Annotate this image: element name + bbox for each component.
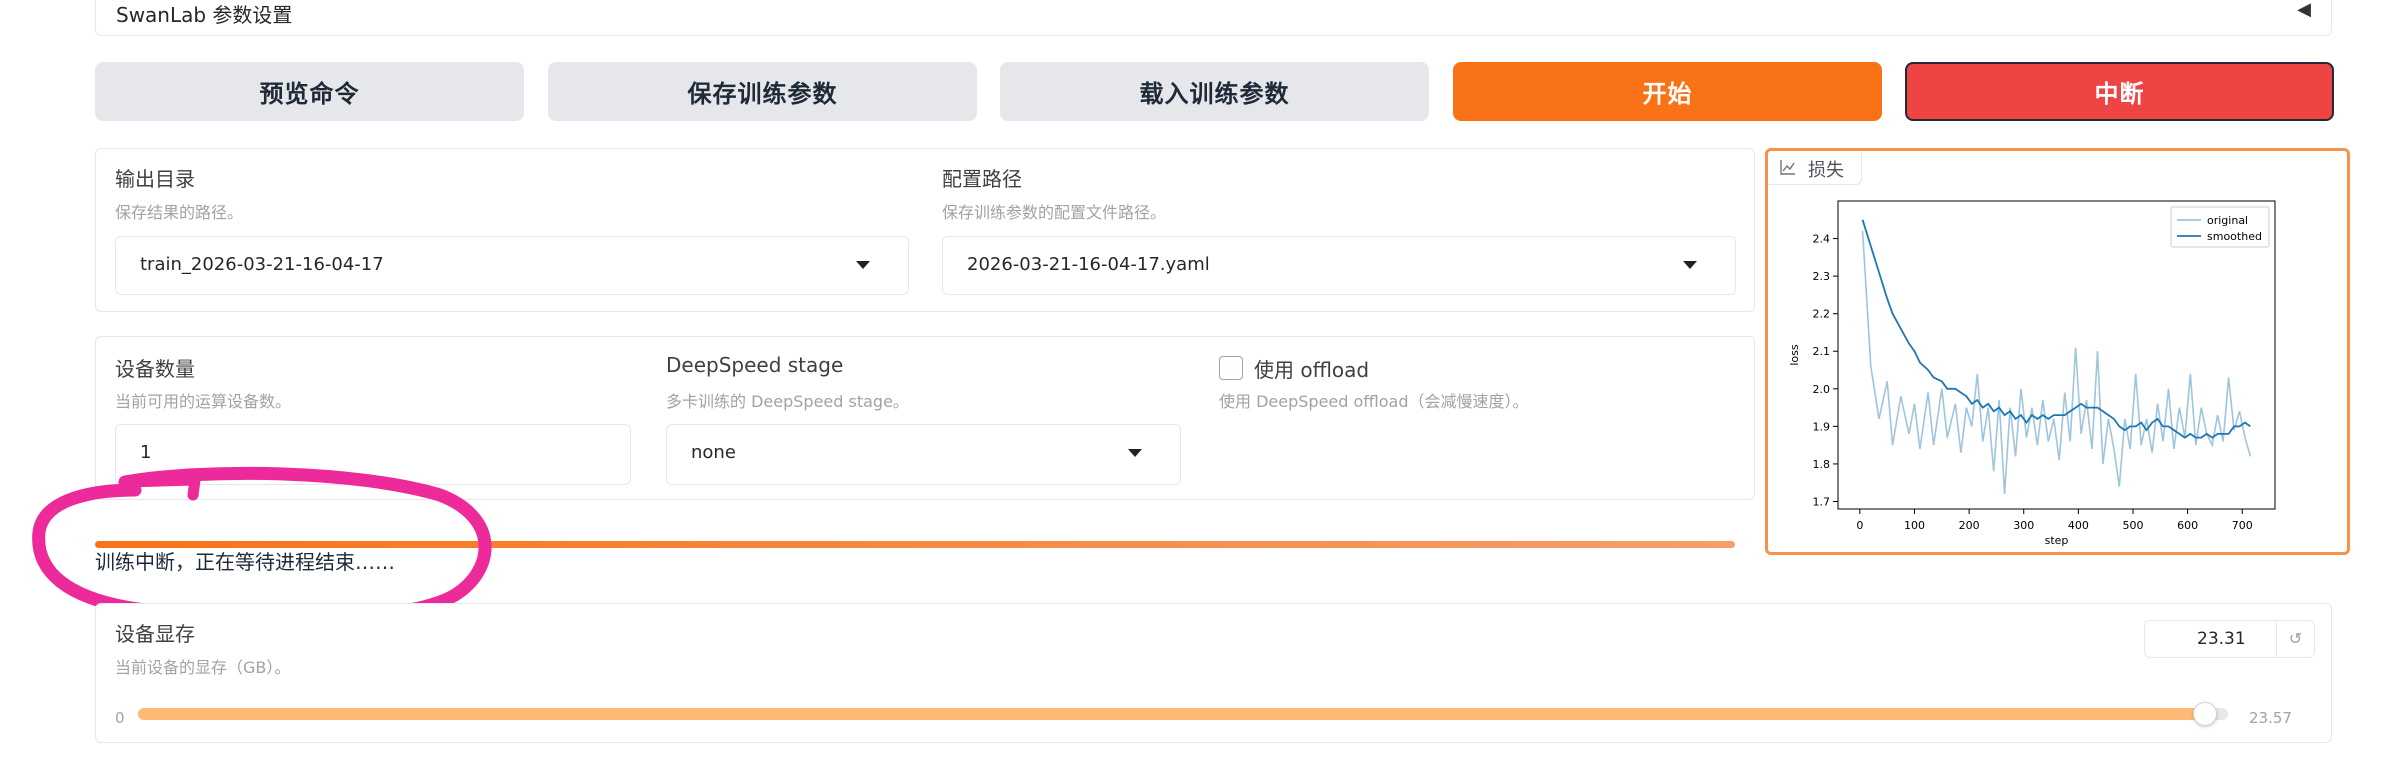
y-tick-label: 2.1 [1813,345,1831,358]
config-path-value: 2026-03-21-16-04-17.yaml [967,254,1210,275]
collapse-arrow-icon[interactable]: ◀ [2297,0,2311,20]
y-tick-label: 2.2 [1813,308,1831,321]
slider-fill [138,708,2205,720]
y-tick-label: 1.8 [1813,458,1831,471]
swanlab-accordion[interactable]: SwanLab 参数设置 ◀ [95,0,2332,36]
x-tick-label: 0 [1856,519,1863,532]
offload-label[interactable]: 使用 offload [1254,354,1369,383]
abort-button[interactable]: 中断 [1905,62,2334,121]
x-axis-label: step [2045,534,2069,547]
preview-command-button[interactable]: 预览命令 [95,62,524,121]
output-dir-value: train_2026-03-21-16-04-17 [140,254,384,275]
start-button[interactable]: 开始 [1453,62,1882,121]
chevron-down-icon [856,261,870,269]
y-tick-label: 2.3 [1813,270,1831,283]
output-dir-info: 保存结果的路径。 [115,203,244,222]
x-tick-label: 300 [2013,519,2034,532]
loss-plot-panel: 损失 0 100 200 300 400 500 600 700 1.7 1.8 1.9 2.0 2.1… [1765,148,2350,555]
config-path-label: 配置路径 [942,167,1022,191]
slider-thumb[interactable] [2193,702,2217,726]
output-dir-dropdown[interactable]: train_2026-03-21-16-04-17 [115,236,909,295]
deepspeed-label: DeepSpeed stage [666,353,844,377]
legend-label: original [2207,214,2248,227]
offload-info: 使用 DeepSpeed offload（会减慢速度）。 [1219,392,1529,411]
legend-label: smoothed [2207,230,2262,243]
device-memory-label: 设备显存 [115,622,195,646]
chevron-down-icon [1128,449,1142,457]
deepspeed-dropdown[interactable]: none [666,424,1181,485]
device-memory-panel: 设备显存 当前设备的显存（GB）。 23.31 ↺ 0 23.57 [95,603,2332,743]
y-tick-label: 1.9 [1813,420,1831,433]
accordion-title: SwanLab 参数设置 [116,3,293,27]
deepspeed-value: none [691,442,736,463]
chevron-down-icon [1683,261,1697,269]
save-params-button[interactable]: 保存训练参数 [548,62,977,121]
offload-checkbox[interactable] [1219,356,1243,380]
loss-chart: 0 100 200 300 400 500 600 700 1.7 1.8 1.9 2.0 2.1 2.2… [1788,200,2276,547]
x-tick-label: 400 [2068,519,2089,532]
config-path-dropdown[interactable]: 2026-03-21-16-04-17.yaml [942,236,1736,295]
y-axis-label: loss [1788,344,1801,366]
device-count-label: 设备数量 [115,357,195,381]
device-memory-input[interactable]: 23.31 ↺ [2144,620,2315,658]
x-tick-label: 700 [2232,519,2253,532]
x-tick-label: 500 [2122,519,2143,532]
x-tick-label: 600 [2177,519,2198,532]
y-tick-label: 1.7 [1813,495,1831,508]
x-tick-label: 200 [1959,519,1980,532]
output-dir-label: 输出目录 [115,167,195,191]
device-count-info: 当前可用的运算设备数。 [115,392,292,411]
config-path-info: 保存训练参数的配置文件路径。 [942,203,1167,222]
y-tick-label: 2.0 [1813,383,1831,396]
paths-panel: 输出目录 保存结果的路径。 train_2026-03-21-16-04-17 … [95,148,1755,312]
deepspeed-info: 多卡训练的 DeepSpeed stage。 [666,392,909,411]
slider-min-label: 0 [115,709,125,727]
device-memory-value: 23.31 [2197,629,2246,649]
device-memory-info: 当前设备的显存（GB）。 [115,658,291,677]
x-tick-label: 100 [1904,519,1925,532]
reset-icon[interactable]: ↺ [2276,621,2314,657]
load-params-button[interactable]: 载入训练参数 [1000,62,1429,121]
device-memory-slider[interactable] [138,702,2228,726]
slider-max-label: 23.57 [2249,709,2292,727]
y-tick-label: 2.4 [1813,233,1831,246]
